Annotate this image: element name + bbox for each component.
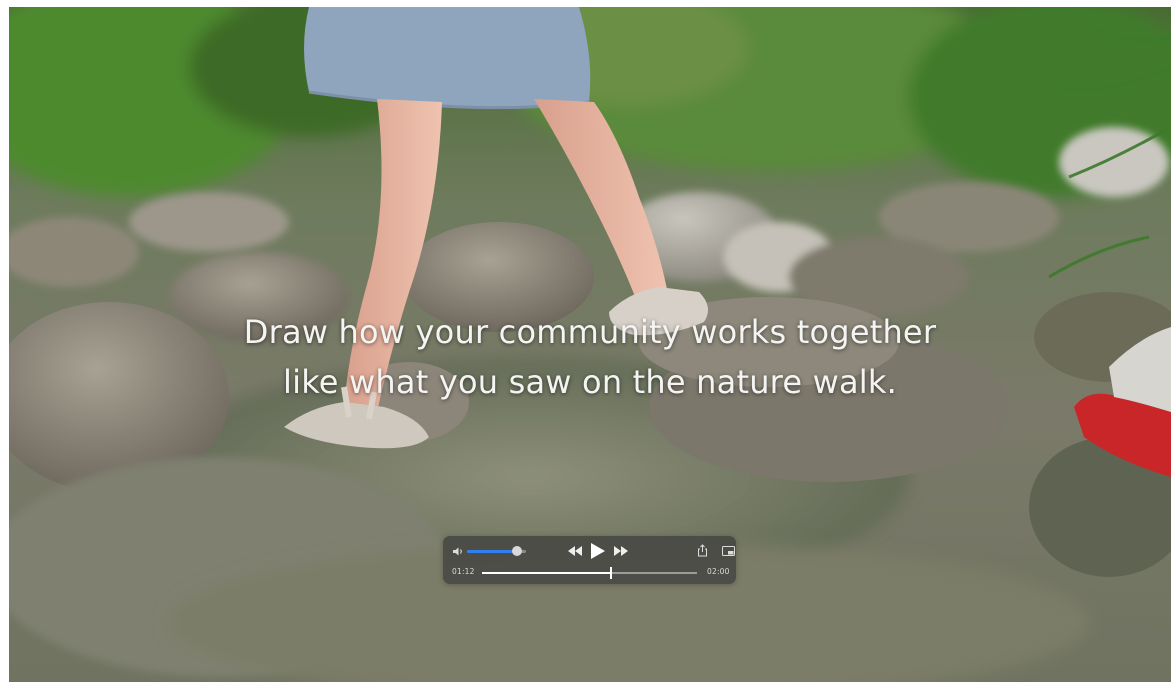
progress-handle[interactable]: [610, 567, 612, 579]
progress-scrubber[interactable]: [482, 567, 697, 579]
progress-played: [482, 572, 611, 574]
rewind-icon[interactable]: [567, 544, 583, 558]
volume-knob[interactable]: [512, 546, 523, 556]
volume-slider[interactable]: [467, 546, 526, 556]
caption-line-1: Draw how your community works together: [243, 313, 937, 351]
caption-line-2: like what you saw on the nature walk.: [283, 363, 897, 401]
volume-level: [467, 550, 518, 553]
video-frame[interactable]: Draw how your community works together l…: [9, 7, 1171, 682]
elapsed-time: 01:12: [452, 567, 475, 576]
play-icon[interactable]: [588, 542, 606, 560]
share-icon[interactable]: [697, 544, 708, 557]
fast-forward-icon[interactable]: [613, 544, 629, 558]
total-time: 02:00: [707, 567, 730, 576]
video-controls: 01:12 02:00: [443, 536, 736, 584]
picture-in-picture-icon[interactable]: [722, 546, 735, 557]
video-caption: Draw how your community works together l…: [9, 307, 1171, 407]
volume-icon[interactable]: [452, 546, 465, 557]
